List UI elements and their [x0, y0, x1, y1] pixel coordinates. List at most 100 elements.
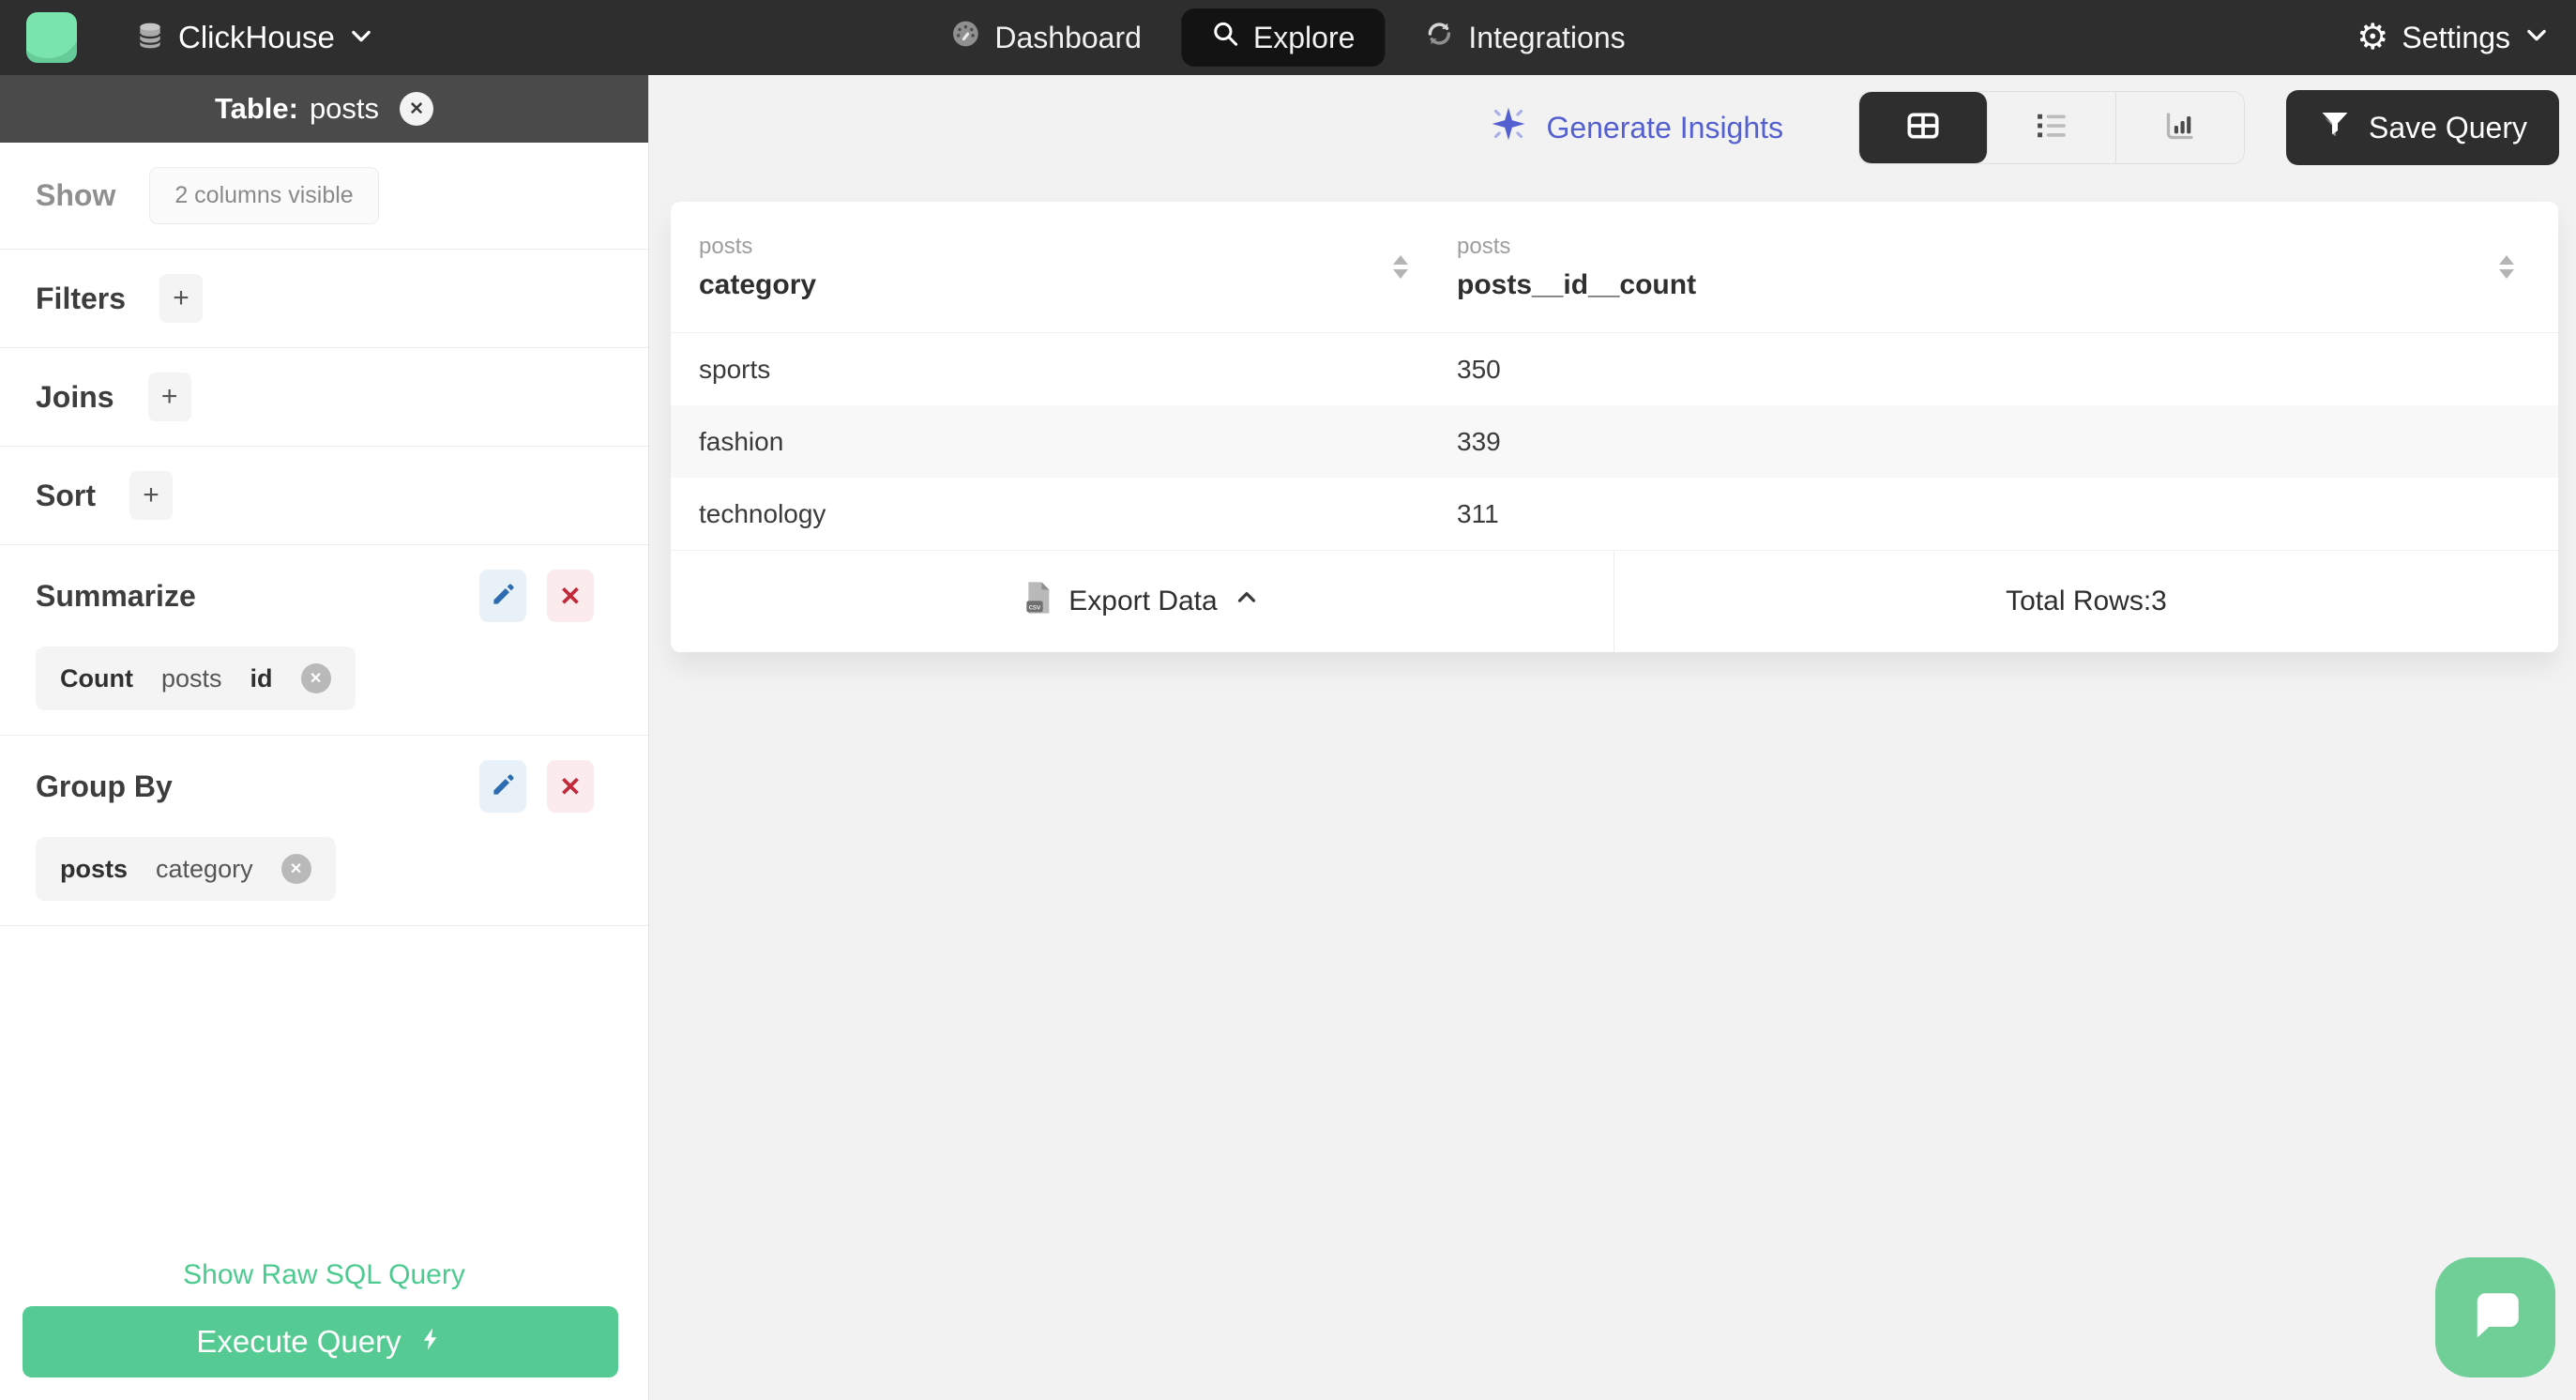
joins-section: Joins +	[0, 348, 648, 447]
view-toggle-group	[1858, 91, 2246, 164]
group-by-chip: posts category ✕	[36, 837, 336, 901]
lightning-bolt-icon	[418, 1324, 445, 1360]
generate-insights-label: Generate Insights	[1546, 110, 1784, 145]
summarize-label: Summarize	[36, 578, 196, 613]
database-icon	[135, 21, 165, 55]
column-name: posts__id__count	[1457, 268, 1697, 300]
edit-group-by-button[interactable]	[479, 760, 526, 813]
save-query-button[interactable]: Save Query	[2286, 90, 2559, 165]
group-by-chip-table: posts	[60, 854, 129, 883]
table-view-icon	[1904, 107, 1942, 149]
sort-label: Sort	[36, 478, 96, 512]
sort-up-icon	[2499, 255, 2514, 265]
table-row[interactable]: sports 350	[671, 333, 2558, 405]
cell-category: technology	[699, 498, 826, 528]
chat-widget-button[interactable]	[2435, 1257, 2555, 1377]
nav-explore[interactable]: Explore	[1180, 8, 1386, 67]
nav-dashboard[interactable]: Dashboard	[943, 19, 1149, 56]
top-navbar: ClickHouse Dashboard Explore Integration…	[0, 0, 2576, 75]
pencil-icon	[491, 772, 516, 800]
execute-query-button[interactable]: Execute Query	[23, 1306, 618, 1377]
cell-count: 339	[1457, 426, 1501, 456]
add-join-button[interactable]: +	[147, 373, 191, 421]
show-raw-sql-link[interactable]: Show Raw SQL Query	[0, 1259, 648, 1291]
cell-category: sports	[699, 354, 771, 384]
filters-label: Filters	[36, 281, 127, 315]
export-data-button[interactable]: csv Export Data	[671, 551, 1614, 652]
table-footer: csv Export Data Total Rows:3	[671, 550, 2558, 652]
list-view-icon	[2032, 106, 2071, 150]
brand-area: ClickHouse	[26, 12, 374, 63]
sort-toggle-category[interactable]	[1393, 255, 1408, 279]
sort-section: Sort +	[0, 447, 648, 545]
nav-integrations-label: Integrations	[1468, 20, 1626, 54]
summarize-chip-aggregate: Count	[60, 663, 133, 692]
table-row[interactable]: fashion 339	[671, 405, 2558, 478]
dashboard-gauge-icon	[950, 19, 980, 56]
chevron-up-icon	[1233, 584, 1261, 619]
generate-insights-link[interactable]: Generate Insights	[1488, 103, 1783, 152]
results-toolbar: Generate Insights Save Query	[649, 75, 2576, 180]
columns-visible-badge[interactable]: 2 columns visible	[149, 167, 379, 224]
remove-group-by-chip-button[interactable]: ✕	[280, 854, 311, 884]
export-data-label: Export Data	[1068, 586, 1218, 616]
database-selector[interactable]: ClickHouse	[135, 20, 374, 55]
filters-section: Filters +	[0, 250, 648, 348]
chevron-down-icon	[348, 23, 374, 53]
table-header-row: posts category posts posts__id__count	[671, 202, 2558, 333]
results-area: Generate Insights Save Query posts categ…	[649, 75, 2576, 1400]
total-rows-indicator: Total Rows:3	[1614, 551, 2558, 652]
remove-group-by-button[interactable]: ✕	[547, 760, 594, 813]
sort-up-icon	[1393, 255, 1408, 265]
pencil-icon	[491, 582, 516, 610]
table-name: posts	[309, 92, 380, 125]
summarize-chip: Count posts id ✕	[36, 647, 356, 710]
sort-toggle-count[interactable]	[2499, 255, 2514, 279]
execute-query-label: Execute Query	[196, 1324, 402, 1359]
main-nav: Dashboard Explore Integrations	[943, 8, 1632, 67]
table-header-bar: Table: posts ✕	[0, 75, 648, 143]
nav-dashboard-label: Dashboard	[994, 20, 1142, 54]
show-label: Show	[36, 178, 116, 212]
edit-summarize-button[interactable]	[479, 570, 526, 622]
query-builder-sidebar: Table: posts ✕ Show 2 columns visible Fi…	[0, 75, 649, 1400]
summarize-chip-table: posts	[160, 663, 222, 692]
settings-menu[interactable]: ⚙ Settings	[2356, 20, 2550, 55]
list-view-button[interactable]	[1988, 92, 2117, 163]
app-root: ClickHouse Dashboard Explore Integration…	[0, 0, 2576, 1400]
remove-summarize-chip-button[interactable]: ✕	[300, 663, 331, 693]
show-section: Show 2 columns visible	[0, 143, 648, 250]
summarize-chip-column: id	[250, 663, 273, 692]
group-by-chip-column: category	[156, 854, 253, 883]
add-filter-button[interactable]: +	[159, 274, 204, 323]
nav-integrations[interactable]: Integrations	[1417, 19, 1632, 56]
group-by-label: Group By	[36, 768, 173, 803]
remove-table-button[interactable]: ✕	[400, 92, 434, 126]
table-row[interactable]: technology 311	[671, 478, 2558, 550]
sort-down-icon	[1393, 269, 1408, 279]
chart-view-button[interactable]	[2116, 92, 2244, 163]
nav-explore-label: Explore	[1252, 20, 1356, 54]
sparkle-icon	[1488, 103, 1529, 152]
column-name: category	[699, 268, 817, 300]
add-sort-button[interactable]: +	[129, 471, 173, 520]
bar-chart-icon	[2161, 107, 2199, 149]
cell-count: 311	[1457, 498, 1499, 528]
results-table-card: posts category posts posts__id__count sp…	[671, 202, 2558, 652]
funnel-icon	[2318, 107, 2352, 148]
total-rows-label: Total Rows:3	[2006, 586, 2167, 616]
gear-icon: ⚙	[2356, 18, 2389, 57]
chat-bubble-icon	[2464, 1286, 2526, 1350]
cell-category: fashion	[699, 426, 784, 456]
brand-name: ClickHouse	[178, 20, 335, 54]
summarize-section: Summarize ✕ Count posts id ✕	[0, 545, 648, 736]
remove-summarize-button[interactable]: ✕	[547, 570, 594, 622]
search-icon	[1211, 20, 1239, 55]
save-query-label: Save Query	[2369, 110, 2527, 145]
column-header-category[interactable]: posts category	[671, 202, 1457, 332]
table-view-button[interactable]	[1859, 92, 1989, 163]
column-table-name: posts	[699, 233, 753, 259]
column-header-count[interactable]: posts posts__id__count	[1457, 202, 2558, 332]
svg-text:csv: csv	[1029, 602, 1041, 612]
table-label: Table:	[214, 92, 298, 125]
